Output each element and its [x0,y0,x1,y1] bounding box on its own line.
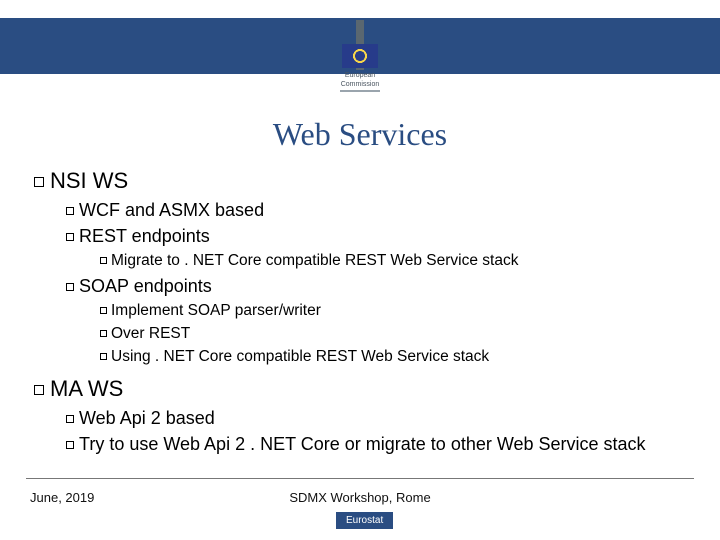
eurostat-badge: Eurostat [336,512,393,529]
section-heading: NSI WS [34,167,690,196]
checkbox-icon [100,330,107,337]
subitem-label: Migrate to . NET Core compatible REST We… [111,252,518,269]
list-item: WCF and ASMX based [66,199,690,222]
sublist-item: Over REST [100,324,690,344]
eu-flag-icon [342,44,378,68]
sublist-item: Implement SOAP parser/writer [100,301,690,321]
logo-underline [340,90,380,92]
checkbox-icon [100,353,107,360]
list-item: SOAP endpoints [66,275,690,298]
sublist-item: Using . NET Core compatible REST Web Ser… [100,347,690,367]
checkbox-icon [100,307,107,314]
item-label: REST endpoints [79,226,210,246]
item-label: Try to use Web Api 2 . NET Core or migra… [79,434,646,454]
subitem-label: Implement SOAP parser/writer [111,302,321,319]
logo-text-line2: Commission [341,81,380,88]
checkbox-icon [66,233,74,241]
footer-event: SDMX Workshop, Rome [0,490,720,505]
checkbox-icon [100,257,107,264]
logo-text-line1: European [345,72,375,79]
checkbox-icon [34,177,44,187]
section-label: NSI WS [50,168,128,193]
footer-divider [26,478,694,479]
content-body: NSI WS WCF and ASMX based REST endpoints… [34,164,690,457]
checkbox-icon [66,415,74,423]
sublist-item: Migrate to . NET Core compatible REST We… [100,251,690,271]
section-heading: MA WS [34,375,690,404]
ec-logo: European Commission [328,20,392,100]
checkbox-icon [66,441,74,449]
list-item: Try to use Web Api 2 . NET Core or migra… [66,433,690,456]
subitem-label: Over REST [111,325,190,342]
subitem-label: Using . NET Core compatible REST Web Ser… [111,348,489,365]
list-item: REST endpoints [66,225,690,248]
item-label: Web Api 2 based [79,408,215,428]
item-label: SOAP endpoints [79,276,212,296]
checkbox-icon [34,385,44,395]
slide-title: Web Services [0,116,720,153]
list-item: Web Api 2 based [66,407,690,430]
section-label: MA WS [50,376,123,401]
item-label: WCF and ASMX based [79,200,264,220]
checkbox-icon [66,207,74,215]
checkbox-icon [66,283,74,291]
